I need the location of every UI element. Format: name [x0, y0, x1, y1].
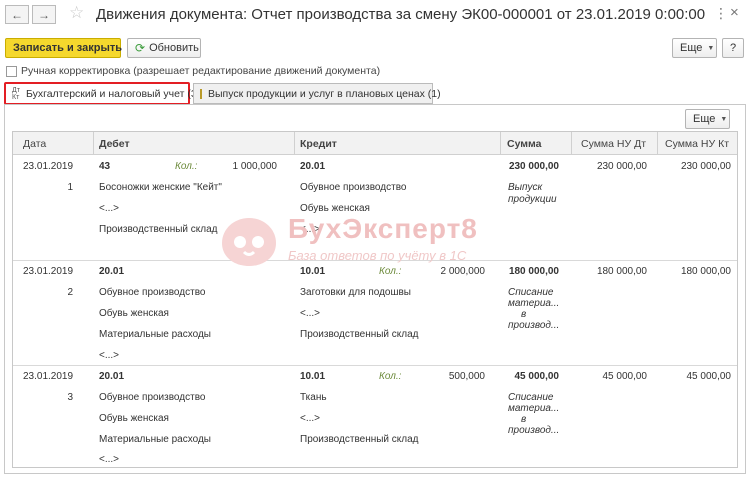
credit-subconto[interactable]: <...>	[300, 413, 320, 424]
sum-nu-kt-value: 180 000,00	[680, 266, 731, 277]
col-debit[interactable]: Дебет	[99, 132, 289, 155]
watermark-title: БухЭксперт8	[288, 213, 478, 244]
row-date: 23.01.2019	[23, 161, 74, 172]
debit-subconto: Обувное производство	[99, 392, 206, 403]
tab-production-output-label: Выпуск продукции и услуг в плановых цена…	[208, 87, 441, 100]
row-date: 23.01.2019	[23, 266, 74, 277]
more-vert-icon[interactable]: ⋮	[714, 5, 728, 22]
refresh-icon: ⟳	[135, 41, 146, 55]
credit-subconto: Ткань	[300, 392, 327, 403]
star-icon[interactable]: ☆	[69, 3, 84, 23]
chevron-down-icon: ▼	[707, 44, 715, 52]
debit-subconto: Материальные расходы	[99, 434, 211, 445]
register-icon	[200, 88, 202, 99]
sum-note: в	[521, 309, 527, 320]
credit-qty: 500,000	[448, 371, 485, 382]
sum-note: Списание	[508, 287, 554, 298]
more-button[interactable]: Еще ▼	[672, 38, 717, 58]
chevron-down-icon: ▼	[720, 115, 728, 123]
sum-nu-dt-value: 180 000,00	[596, 266, 647, 277]
sum-note: Выпуск	[508, 182, 543, 193]
sum-nu-dt-value: 45 000,00	[602, 371, 648, 382]
debit-subconto[interactable]: <...>	[99, 454, 119, 465]
sum-note: производ...	[508, 320, 560, 331]
col-credit[interactable]: Кредит	[300, 132, 490, 155]
tab-accounting[interactable]: Дт Кт Бухгалтерский и налоговый учет (3)	[4, 82, 200, 105]
table-more-label: Еще	[693, 113, 716, 125]
credit-subconto: Производственный склад	[300, 329, 419, 340]
credit-qty-label: Кол.:	[379, 266, 402, 277]
window-title: Движения документа: Отчет производства з…	[96, 6, 706, 23]
credit-account: 10.01	[300, 371, 326, 382]
back-button[interactable]: ←	[5, 5, 29, 24]
sum-nu-dt-value: 230 000,00	[596, 161, 647, 172]
watermark-logo-icon	[222, 218, 276, 266]
debit-subconto: Босоножки женские "Кейт"	[99, 182, 222, 193]
sum-value: 230 000,00	[508, 161, 559, 172]
more-label: Еще	[680, 42, 703, 54]
save-close-button[interactable]: Записать и закрыть	[5, 38, 122, 58]
debit-subconto: Обувь женская	[99, 308, 169, 319]
sum-value: 180 000,00	[508, 266, 559, 277]
debit-subconto[interactable]: <...>	[99, 350, 119, 361]
table-more-button[interactable]: Еще ▼	[685, 109, 730, 129]
watermark-subtitle: База ответов по учёту в 1С	[288, 248, 467, 263]
forward-button[interactable]: →	[32, 5, 56, 24]
row-date: 23.01.2019	[23, 371, 74, 382]
credit-subconto: Заготовки для подошвы	[300, 287, 411, 298]
credit-subconto: Производственный склад	[300, 434, 419, 445]
debit-subconto: Обувь женская	[99, 413, 169, 424]
debit-subconto: Материальные расходы	[99, 329, 211, 340]
refresh-button[interactable]: ⟳ Обновить	[127, 38, 201, 58]
tab-production-output[interactable]: Выпуск продукции и услуг в плановых цена…	[193, 83, 441, 104]
sum-note: Списание	[508, 392, 554, 403]
col-sum-nu-dt[interactable]: Сумма НУ Дт	[581, 132, 657, 155]
debit-account: 20.01	[99, 371, 125, 382]
sum-note: производ...	[508, 425, 560, 436]
debit-subconto: Производственный склад	[99, 224, 218, 235]
debit-account: 20.01	[99, 266, 125, 277]
manual-correction-checkbox[interactable]	[6, 66, 17, 77]
sum-note: продукции	[508, 194, 557, 205]
col-sum[interactable]: Сумма	[507, 132, 567, 155]
tab-accounting-label: Бухгалтерский и налоговый учет (3)	[25, 87, 201, 100]
row-number: 3	[67, 392, 73, 403]
arrow-left-icon: ←	[11, 7, 23, 22]
debit-subconto[interactable]: <...>	[99, 203, 119, 214]
credit-subconto[interactable]: <...>	[300, 308, 320, 319]
sum-note: в	[521, 414, 527, 425]
sum-value: 45 000,00	[514, 371, 560, 382]
sum-note: материа...	[508, 298, 560, 309]
sum-nu-kt-value: 45 000,00	[686, 371, 732, 382]
debit-qty-label: Кол.:	[175, 161, 198, 172]
debit-subconto: Обувное производство	[99, 287, 206, 298]
sum-note: материа...	[508, 403, 560, 414]
debit-qty: 1 000,000	[232, 161, 278, 172]
credit-account: 10.01	[300, 266, 326, 277]
row-number: 1	[67, 182, 73, 193]
credit-account: 20.01	[300, 161, 326, 172]
col-date[interactable]: Дата	[23, 132, 93, 155]
movements-table: Дата Дебет Кредит Сумма Сумма НУ Дт Сумм…	[12, 131, 738, 468]
credit-qty: 2 000,000	[440, 266, 486, 277]
close-icon[interactable]: ×	[730, 4, 739, 21]
credit-subconto: Обувное производство	[300, 182, 407, 193]
credit-qty-label: Кол.:	[379, 371, 402, 382]
manual-correction-label: Ручная корректировка (разрешает редактир…	[21, 65, 381, 77]
debit-credit-icon: Дт Кт	[12, 86, 20, 101]
row-number: 2	[67, 287, 73, 298]
arrow-right-icon: →	[38, 7, 50, 22]
help-button[interactable]: ?	[722, 38, 744, 58]
refresh-label: Обновить	[149, 42, 199, 54]
debit-account: 43	[99, 161, 111, 172]
sum-nu-kt-value: 230 000,00	[680, 161, 731, 172]
col-sum-nu-kt[interactable]: Сумма НУ Кт	[665, 132, 735, 155]
